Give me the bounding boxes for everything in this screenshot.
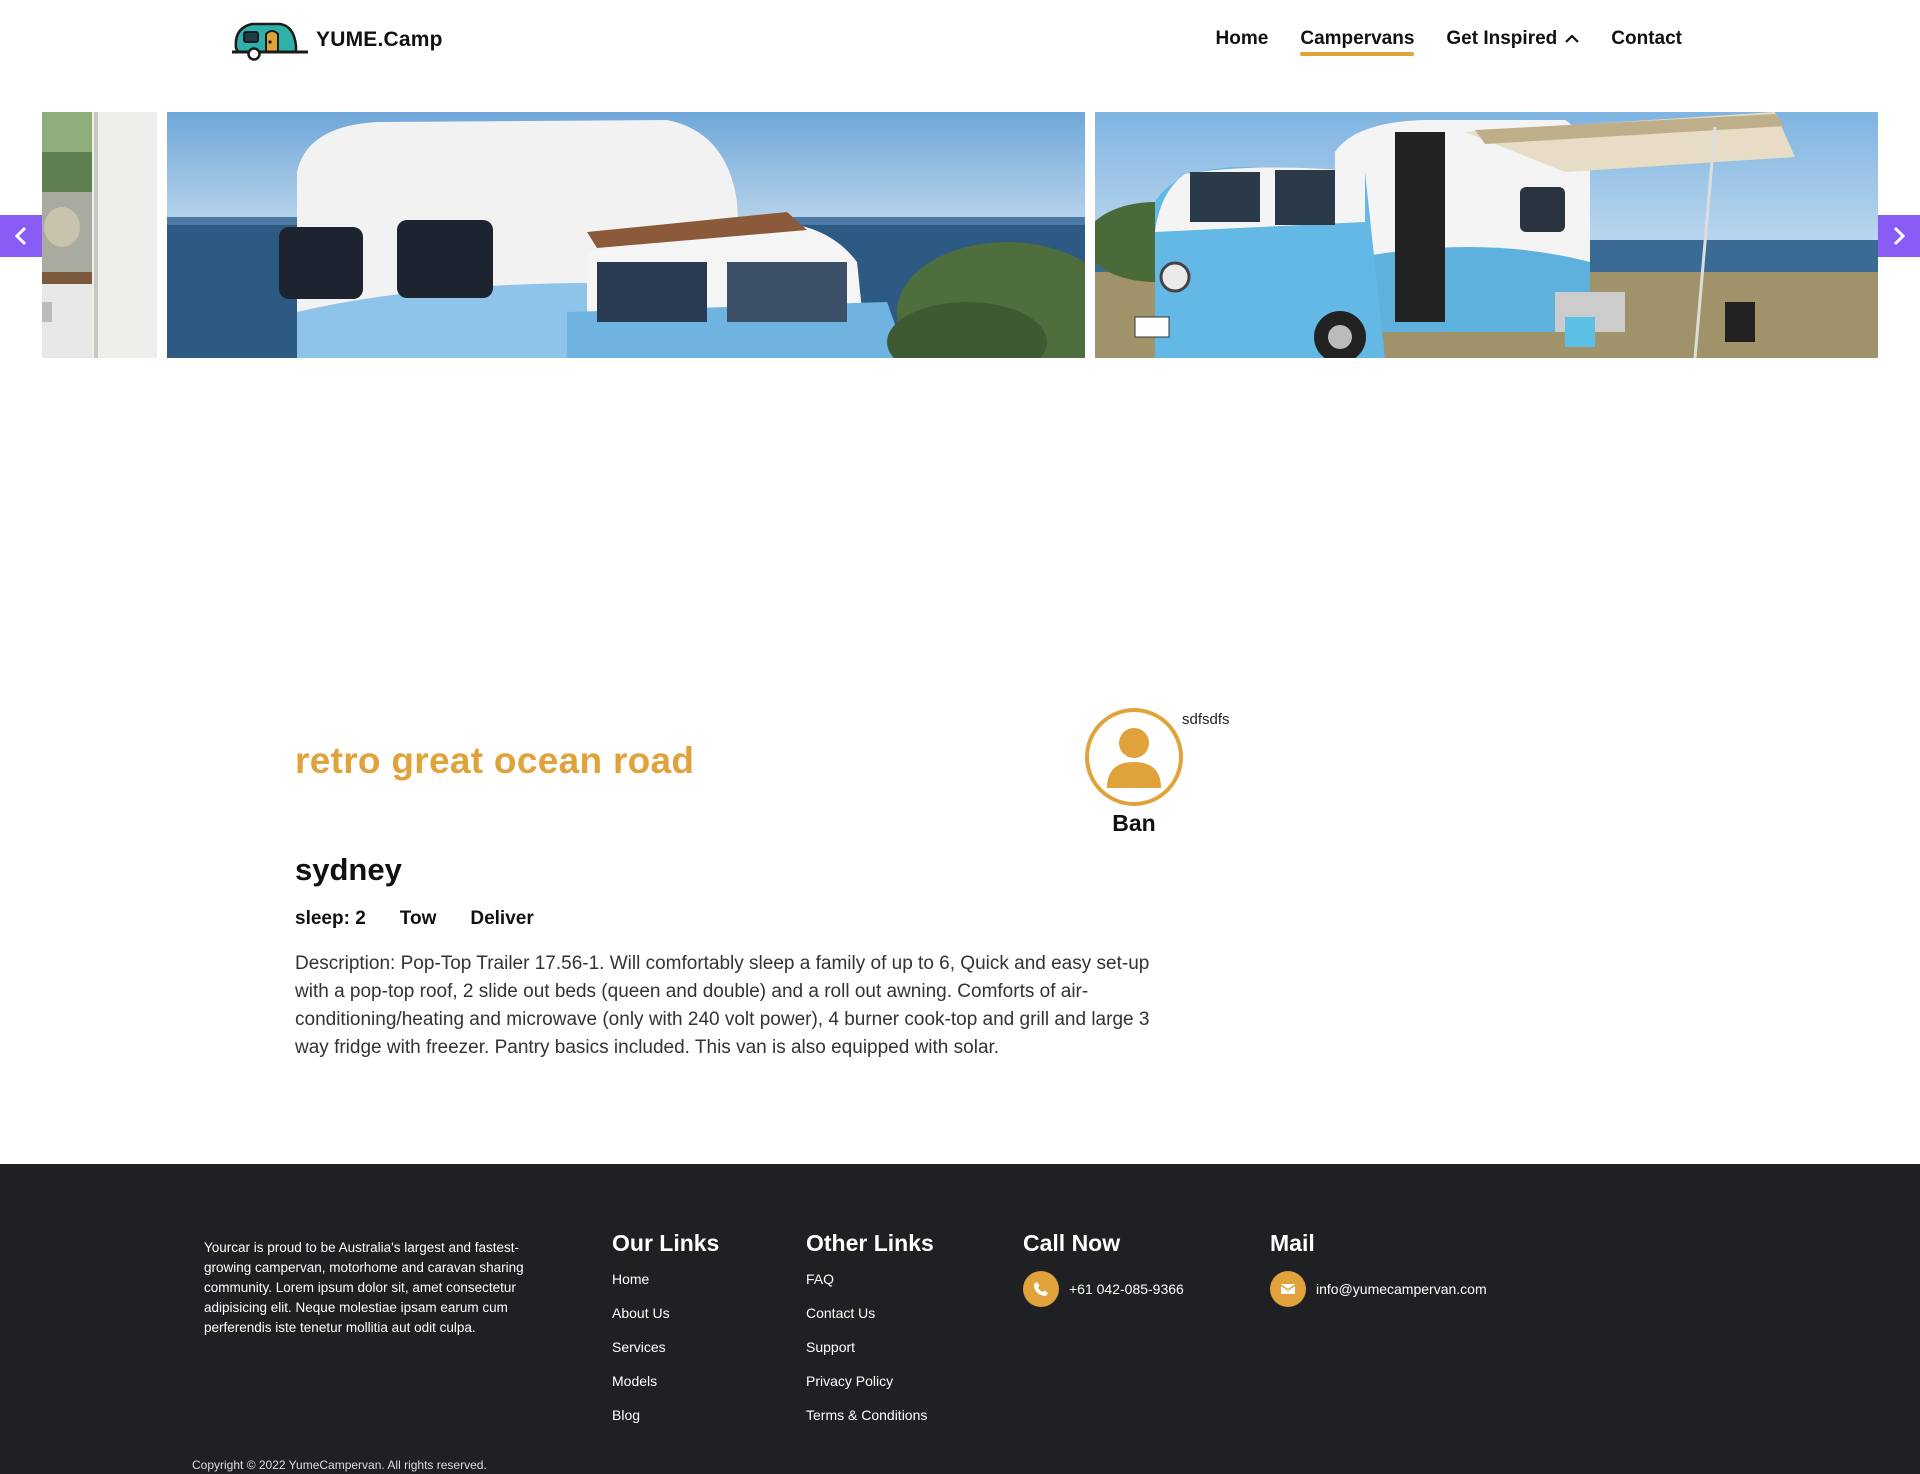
footer-other-links: Other Links FAQ Contact Us Support Priva… — [806, 1230, 934, 1441]
carousel-prev-button[interactable] — [0, 215, 42, 257]
footer-mail-heading: Mail — [1270, 1230, 1315, 1256]
photo-carousel — [0, 112, 1920, 358]
footer-link-blog[interactable]: Blog — [612, 1407, 719, 1423]
footer-our-links-heading: Our Links — [612, 1230, 720, 1256]
carousel-next-button[interactable] — [1878, 215, 1920, 257]
footer-copyright: Copyright © 2022 YumeCampervan. All righ… — [192, 1458, 487, 1472]
top-navbar: YUME.Camp Home Campervans Get Inspired C… — [0, 0, 1920, 82]
phone-icon — [1023, 1271, 1059, 1307]
carousel-slide-camper-sea[interactable] — [167, 112, 1085, 358]
user-icon — [1107, 728, 1161, 788]
footer-call-heading: Call Now — [1023, 1230, 1121, 1256]
listing-title: retro great ocean road — [295, 740, 695, 781]
footer-link-about[interactable]: About Us — [612, 1305, 719, 1321]
avatar — [1085, 708, 1183, 806]
footer-other-links-heading: Other Links — [806, 1230, 934, 1256]
camper-photo-2 — [1095, 112, 1878, 358]
feature-tow: Tow — [399, 908, 437, 929]
host-note: sdfsdfs — [1182, 711, 1230, 728]
footer-link-models[interactable]: Models — [612, 1373, 719, 1389]
footer-link-privacy[interactable]: Privacy Policy — [806, 1373, 934, 1389]
footer-email-address: info@yumecampervan.com — [1316, 1281, 1487, 1297]
chevron-right-icon — [1893, 226, 1906, 246]
footer-link-support[interactable]: Support — [806, 1339, 934, 1355]
interior-photo — [42, 112, 157, 358]
footer-phone[interactable]: +61 042-085-9366 — [1023, 1271, 1184, 1307]
nav-contact-label: Contact — [1611, 28, 1682, 49]
nav-get-inspired-label: Get Inspired — [1446, 28, 1558, 49]
feature-deliver: Deliver — [470, 908, 534, 929]
carousel-slide-camper-awning[interactable] — [1095, 112, 1878, 358]
footer-link-contact[interactable]: Contact Us — [806, 1305, 934, 1321]
camper-photo-1 — [167, 112, 1085, 358]
nav-home-label: Home — [1215, 28, 1269, 49]
footer-link-home[interactable]: Home — [612, 1271, 719, 1287]
nav-contact[interactable]: Contact — [1611, 28, 1682, 56]
main-menu: Home Campervans Get Inspired Contact — [1216, 28, 1682, 56]
footer-email[interactable]: info@yumecampervan.com — [1270, 1271, 1487, 1307]
footer-phone-number: +61 042-085-9366 — [1069, 1281, 1184, 1297]
site-footer: Yourcar is proud to be Australia's large… — [0, 1164, 1920, 1474]
nav-campervans-label: Campervans — [1300, 28, 1415, 49]
carousel-slide-interior[interactable] — [42, 112, 157, 358]
listing-features: sleep: 2 Tow Deliver — [295, 908, 534, 930]
nav-home[interactable]: Home — [1216, 28, 1269, 56]
caravan-icon — [232, 22, 308, 61]
footer-our-links: Our Links Home About Us Services Models … — [612, 1230, 719, 1441]
listing-description: Description: Pop-Top Trailer 17.56-1. Wi… — [295, 953, 1150, 1058]
footer-mail: Mail info@yumecampervan.com — [1270, 1230, 1487, 1307]
footer-link-terms[interactable]: Terms & Conditions — [806, 1407, 934, 1423]
footer-link-services[interactable]: Services — [612, 1339, 719, 1355]
nav-get-inspired[interactable]: Get Inspired — [1446, 28, 1580, 56]
chevron-up-icon — [1565, 34, 1580, 43]
envelope-icon — [1270, 1271, 1306, 1307]
feature-sleep: sleep: 2 — [295, 908, 366, 929]
footer-link-faq[interactable]: FAQ — [806, 1271, 934, 1287]
listing-city: sydney — [295, 852, 402, 887]
nav-campervans[interactable]: Campervans — [1300, 28, 1415, 56]
footer-call: Call Now +61 042-085-9366 — [1023, 1230, 1184, 1307]
chevron-left-icon — [14, 226, 27, 246]
brand[interactable]: YUME.Camp — [230, 18, 443, 62]
host-profile[interactable]: Ban — [1085, 708, 1183, 837]
brand-name: YUME.Camp — [316, 28, 443, 51]
host-name: Ban — [1112, 810, 1156, 836]
footer-about: Yourcar is proud to be Australia's large… — [204, 1240, 524, 1335]
